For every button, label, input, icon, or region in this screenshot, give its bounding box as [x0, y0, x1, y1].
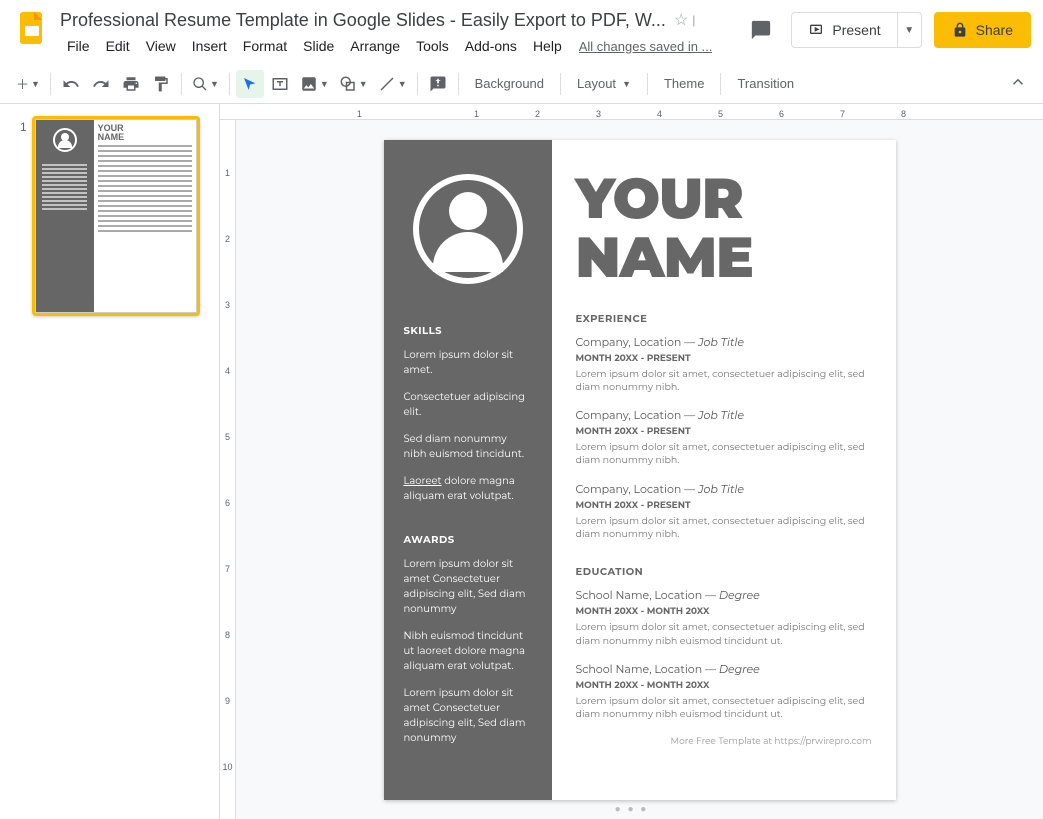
resume-sidebar[interactable]: SKILLS Lorem ipsum dolor sit amet. Conse… [384, 140, 552, 800]
toolbar-sep [458, 73, 459, 95]
image-tool[interactable]: ▼ [296, 70, 333, 98]
toolbar-sep [417, 73, 418, 95]
menu-format[interactable]: Format [236, 34, 294, 58]
star-icon[interactable]: ☆ [674, 10, 688, 30]
avatar-icon [53, 128, 77, 152]
toolbar-sep [647, 73, 648, 95]
thumb-title: YOURNAME [98, 124, 192, 142]
slide-thumbnail[interactable]: YOURNAME [32, 116, 200, 316]
job-entry: Company, Location — Job Title [576, 408, 872, 422]
comment-button[interactable] [424, 70, 452, 98]
menu-addons[interactable]: Add-ons [458, 34, 524, 58]
skill-item: Consectetuer adipiscing elit. [404, 389, 532, 419]
doc-title[interactable]: Professional Resume Template in Google S… [60, 10, 666, 31]
menu-view[interactable]: View [139, 34, 183, 58]
skill-item: Laoreet dolore magna aliquam erat volutp… [404, 473, 532, 503]
toolbar-sep [560, 73, 561, 95]
skills-heading: SKILLS [404, 324, 532, 337]
background-button[interactable]: Background [465, 70, 554, 98]
comment-history-button[interactable] [743, 12, 779, 48]
slides-logo[interactable] [12, 8, 52, 48]
edu-body: Lorem ipsum dolor sit amet, consectetuer… [576, 621, 872, 648]
save-status[interactable]: All changes saved in ... [579, 39, 713, 54]
paint-format-button[interactable] [147, 70, 175, 98]
undo-button[interactable] [57, 70, 85, 98]
share-button[interactable]: Share [934, 12, 1031, 48]
filmstrip[interactable]: 1 YOURNAME [0, 104, 220, 819]
select-tool[interactable] [236, 70, 264, 98]
zoom-button[interactable]: ▼ [188, 70, 223, 98]
job-entry: Company, Location — Job Title [576, 335, 872, 349]
separator: | [692, 13, 695, 27]
education-heading: EDUCATION [576, 565, 872, 578]
print-button[interactable] [117, 70, 145, 98]
skill-item: Lorem ipsum dolor sit amet. [404, 347, 532, 377]
share-label: Share [976, 22, 1013, 38]
resume-name: YOURNAME [576, 170, 872, 288]
theme-button[interactable]: Theme [654, 70, 714, 98]
toolbar-sep [229, 73, 230, 95]
job-date: MONTH 20XX - PRESENT [576, 353, 872, 364]
line-tool[interactable]: ▼ [374, 70, 411, 98]
ruler-horizontal: 112345678 [220, 104, 1043, 120]
job-body: Lorem ipsum dolor sit amet, consectetuer… [576, 515, 872, 542]
menu-tools[interactable]: Tools [409, 34, 456, 58]
job-body: Lorem ipsum dolor sit amet, consectetuer… [576, 368, 872, 395]
toolbar-sep [50, 73, 51, 95]
menu-help[interactable]: Help [526, 34, 569, 58]
slide-number: 1 [20, 120, 27, 134]
edu-body: Lorem ipsum dolor sit amet, consectetuer… [576, 695, 872, 722]
toolbar-sep [720, 73, 721, 95]
expand-toolbar-icon[interactable] [1005, 69, 1031, 98]
edu-date: MONTH 20XX - MONTH 20XX [576, 680, 872, 691]
menu-insert[interactable]: Insert [185, 34, 234, 58]
drag-handle-icon[interactable]: ● ● ● [615, 804, 649, 815]
job-entry: Company, Location — Job Title [576, 482, 872, 496]
award-item: Nibh euismod tincidunt ut laoreet dolore… [404, 628, 532, 673]
layout-button[interactable]: Layout▼ [567, 70, 641, 98]
awards-heading: AWARDS [404, 533, 532, 546]
new-slide-button[interactable]: ＋▼ [12, 70, 44, 98]
slide-canvas[interactable]: SKILLS Lorem ipsum dolor sit amet. Conse… [384, 140, 896, 800]
menu-file[interactable]: File [60, 34, 97, 58]
job-date: MONTH 20XX - PRESENT [576, 500, 872, 511]
edu-date: MONTH 20XX - MONTH 20XX [576, 606, 872, 617]
job-body: Lorem ipsum dolor sit amet, consectetuer… [576, 441, 872, 468]
resume-main[interactable]: YOURNAME EXPERIENCE Company, Location — … [552, 140, 896, 800]
toolbar-sep [181, 73, 182, 95]
menu-edit[interactable]: Edit [99, 34, 137, 58]
present-label: Present [832, 22, 880, 38]
menu-arrange[interactable]: Arrange [343, 34, 407, 58]
textbox-tool[interactable] [266, 70, 294, 98]
transition-button[interactable]: Transition [727, 70, 804, 98]
avatar-placeholder-icon [413, 174, 523, 284]
redo-button[interactable] [87, 70, 115, 98]
present-button[interactable]: Present [792, 13, 896, 47]
template-link[interactable]: https://prwirepro.com [774, 736, 871, 747]
present-dropdown[interactable]: ▼ [897, 13, 921, 47]
menu-slide[interactable]: Slide [296, 34, 341, 58]
ruler-vertical: 12345678910 [220, 120, 236, 819]
job-date: MONTH 20XX - PRESENT [576, 426, 872, 437]
experience-heading: EXPERIENCE [576, 312, 872, 325]
award-item: Lorem ipsum dolor sit amet Consectetuer … [404, 556, 532, 616]
shape-tool[interactable]: ▼ [335, 70, 372, 98]
award-item: Lorem ipsum dolor sit amet Consectetuer … [404, 685, 532, 745]
footer-link: More Free Template at https://prwirepro.… [576, 736, 872, 747]
edu-entry: School Name, Location — Degree [576, 662, 872, 676]
skill-item: Sed diam nonummy nibh euismod tincidunt. [404, 431, 532, 461]
edu-entry: School Name, Location — Degree [576, 588, 872, 602]
